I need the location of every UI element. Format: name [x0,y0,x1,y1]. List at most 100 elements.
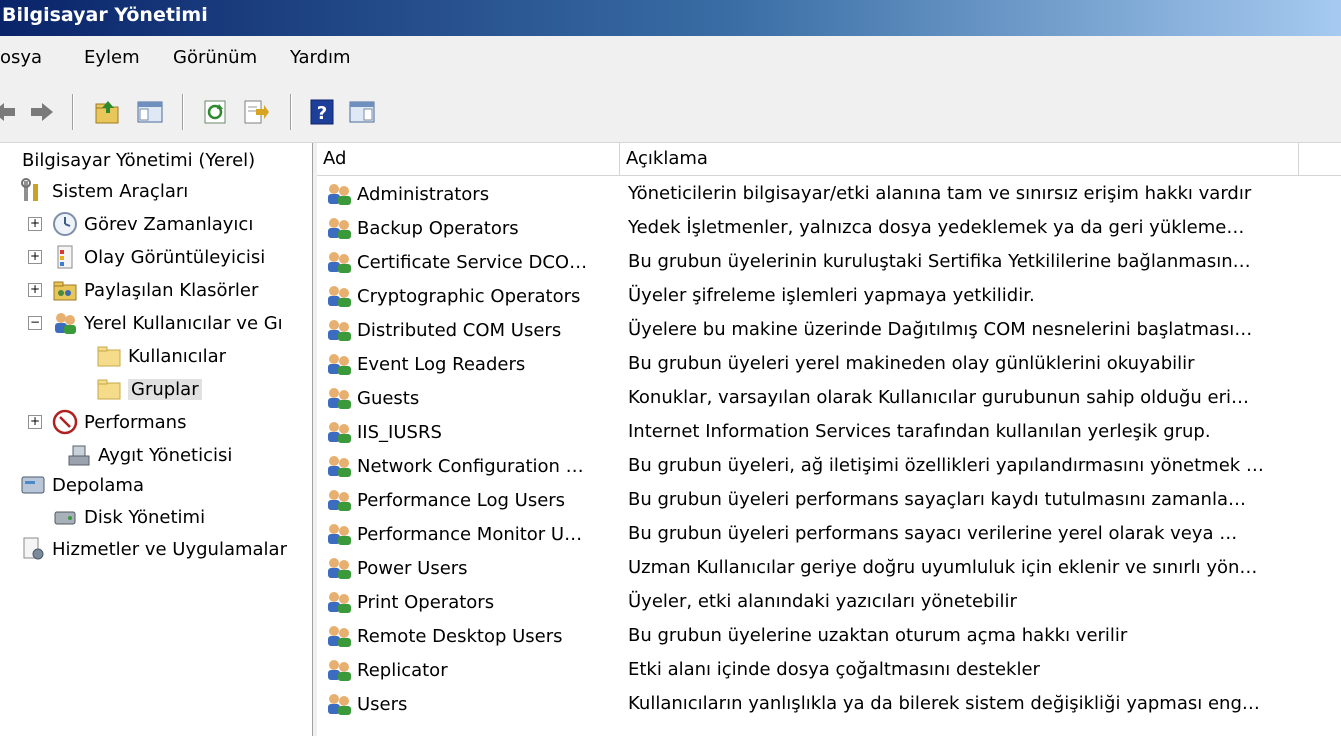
menu-help[interactable]: Yardım [290,47,351,68]
table-row[interactable]: Certificate Service DCO… Bu grubun üyeler… [317,245,1341,279]
tree-item-system-tools[interactable]: Sistem Araçları [20,176,188,206]
tree-item-task-scheduler[interactable]: + Görev Zamanlayıcı [28,209,253,239]
table-row[interactable]: Users Kullanıcıların yanlışlıkla ya da bi… [317,687,1341,721]
group-description: Üyeler şifreleme işlemleri yapmaya yetki… [628,285,1035,306]
show-hide-tree-icon[interactable] [134,96,166,128]
group-name-cell: Administrators [325,177,489,211]
tree-item-device-manager[interactable]: Aygıt Yöneticisi [66,440,232,470]
group-name: Remote Desktop Users [357,625,563,647]
refresh-icon[interactable] [200,96,232,128]
table-row[interactable]: Event Log Readers Bu grubun üyeleri yerel… [317,347,1341,381]
window-title: Bilgisayar Yönetimi [2,4,208,26]
group-icon [325,284,353,308]
group-icon [325,182,353,206]
show-action-pane-icon[interactable] [346,96,378,128]
table-row[interactable]: Print Operators Üyeler, etki alanındaki y… [317,585,1341,619]
group-name: IIS_IUSRS [357,421,442,443]
group-name: Replicator [357,659,448,681]
collapse-icon[interactable]: − [28,316,42,330]
group-icon [325,386,353,410]
up-folder-icon[interactable] [92,96,124,128]
tree-item-disk-management[interactable]: Disk Yönetimi [52,502,205,532]
group-name-cell: Power Users [325,551,468,585]
tree-item-root[interactable]: Bilgisayar Yönetimi (Yerel) [2,145,255,175]
group-icon [325,454,353,478]
column-header-name[interactable]: Ad [317,143,620,175]
group-name-cell: Certificate Service DCO… [325,245,587,279]
table-row[interactable]: Remote Desktop Users Bu grubun üyelerine … [317,619,1341,653]
menu-view[interactable]: Görünüm [173,47,257,68]
group-icon [325,556,353,580]
table-row[interactable]: Guests Konuklar, varsayılan olarak Kullan… [317,381,1341,415]
tree-label-disk-management: Disk Yönetimi [84,506,206,528]
table-row[interactable]: Network Configuration … Bu grubun üyeleri… [317,449,1341,483]
group-icon [325,590,353,614]
group-icon [325,658,353,682]
group-name-cell: Performance Log Users [325,483,565,517]
table-row[interactable]: Replicator Etki alanı içinde dosya çoğalt… [317,653,1341,687]
forward-arrow-icon[interactable] [26,96,58,128]
tree-root-label: Bilgisayar Yönetimi (Yerel) [22,149,256,171]
help-icon[interactable]: ? [306,96,338,128]
expand-icon[interactable]: + [28,283,42,297]
table-row[interactable]: Administrators Yöneticilerin bilgisayar/e… [317,177,1341,211]
group-description: Bu grubun üyelerinin kuruluştaki Sertifi… [628,251,1251,272]
tree-item-groups[interactable]: Gruplar [96,374,202,404]
tree-item-users[interactable]: Kullanıcılar [96,341,226,371]
group-icon [325,522,353,546]
groups-list: Ad Açıklama Administrators Yöneticilerin … [317,143,1341,736]
group-name: Administrators [357,183,490,205]
group-description: Üyeler, etki alanındaki yazıcıları yönet… [628,591,1017,612]
group-name-cell: Backup Operators [325,211,519,245]
group-icon [325,420,353,444]
group-name-cell: IIS_IUSRS [325,415,442,449]
group-description: Yedek İşletmenler, yalnızca dosya yedekl… [628,217,1245,238]
group-name: Backup Operators [357,217,519,239]
expand-icon[interactable]: + [28,250,42,264]
group-name: Performance Monitor U… [357,523,583,545]
group-name-cell: Performance Monitor U… [325,517,582,551]
tree-label-event-viewer: Olay Görüntüleyicisi [84,246,266,268]
back-arrow-icon[interactable] [0,96,20,128]
tree-item-shared-folders[interactable]: + Paylaşılan Klasörler [28,275,258,305]
table-row[interactable]: Backup Operators Yedek İşletmenler, yalnı… [317,211,1341,245]
table-row[interactable]: Distributed COM Users Üyelere bu makine ü… [317,313,1341,347]
expand-icon[interactable]: + [28,415,42,429]
tree-label-shared-folders: Paylaşılan Klasörler [84,279,259,301]
tree-label-device-manager: Aygıt Yöneticisi [98,444,233,466]
group-description: Internet Information Services tarafından… [628,421,1211,442]
tree-label-task-scheduler: Görev Zamanlayıcı [84,213,254,235]
tree-item-services-apps[interactable]: Hizmetler ve Uygulamalar [20,534,287,564]
column-header-description[interactable]: Açıklama [620,143,1299,175]
group-name-cell: Cryptographic Operators [325,279,580,313]
menu-action[interactable]: Eylem [84,47,140,68]
expand-icon[interactable]: + [28,217,42,231]
shared-folder-icon [52,277,78,303]
group-name-cell: Guests [325,381,419,415]
tree-item-local-users-groups[interactable]: − Yerel Kullanıcılar ve Gı [28,308,283,338]
group-name-cell: Event Log Readers [325,347,525,381]
group-icon [325,352,353,376]
tree-item-event-viewer[interactable]: + Olay Görüntüleyicisi [28,242,265,272]
table-row[interactable]: Performance Monitor U… Bu grubun üyeleri … [317,517,1341,551]
services-icon [20,536,46,562]
table-row[interactable]: Power Users Uzman Kullanıcılar geriye doğ… [317,551,1341,585]
group-name-cell: Replicator [325,653,448,687]
export-list-icon[interactable] [240,96,272,128]
tree-item-storage[interactable]: Depolama [20,470,144,500]
group-name: Network Configuration … [357,455,584,477]
tree-item-performance[interactable]: + Performans [28,407,186,437]
group-name: Certificate Service DCO… [357,251,588,273]
group-description: Bu grubun üyeleri yerel makineden olay g… [628,353,1195,374]
event-log-icon [52,244,78,270]
table-row[interactable]: IIS_IUSRS Internet Information Services t… [317,415,1341,449]
table-row[interactable]: Performance Log Users Bu grubun üyeleri p… [317,483,1341,517]
performance-icon [52,409,78,435]
tree-label-users: Kullanıcılar [128,345,227,367]
users-group-icon [52,310,78,336]
tree-label-system-tools: Sistem Araçları [52,180,189,202]
menu-file[interactable]: osya [0,47,42,68]
disk-icon [52,504,78,530]
table-row[interactable]: Cryptographic Operators Üyeler şifreleme … [317,279,1341,313]
group-name-cell: Network Configuration … [325,449,584,483]
